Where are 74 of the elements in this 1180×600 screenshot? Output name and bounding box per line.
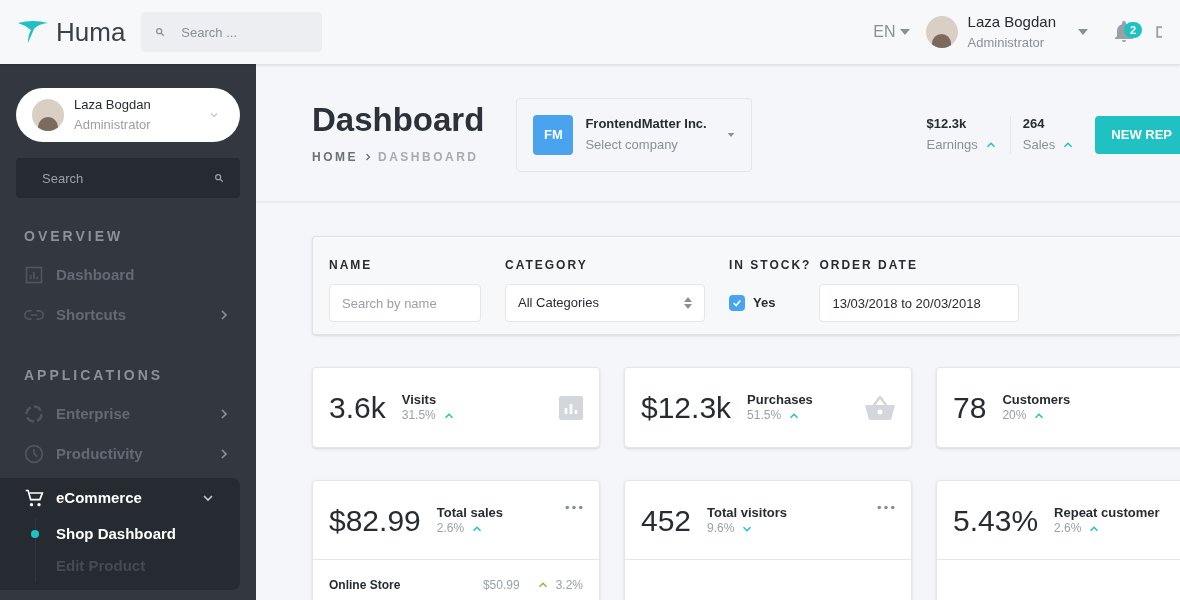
row-name: Online Store: [329, 576, 402, 594]
company-hint: Select company: [585, 136, 679, 153]
stat-value: 264: [1022, 116, 1046, 133]
search-field[interactable]: Search ...: [141, 12, 323, 52]
name-filter-field[interactable]: Search by name: [329, 284, 481, 322]
breadcrumb-item[interactable]: HOME: [312, 148, 358, 166]
row-change: 3.2%: [555, 576, 583, 594]
summary-label: Total visitors: [707, 505, 788, 522]
caret-icon: [1078, 29, 1088, 35]
stat-label: Sales: [1022, 136, 1056, 153]
stat-card-value: 78: [953, 390, 987, 426]
search-icon: [155, 27, 166, 37]
avatar: [925, 16, 958, 48]
summary-value: 452: [641, 502, 692, 539]
filter-label: CATEGORY: [505, 257, 589, 274]
caret-icon: [899, 29, 910, 35]
profile-card[interactable]: Laza Bogdan Administrator: [16, 88, 240, 142]
company-selector[interactable]: FM FrontendMatter Inc. Select company: [516, 97, 753, 172]
user-role: Administrator: [967, 35, 1046, 52]
filter-label: ORDER DATE: [819, 257, 919, 274]
company-logo: FM: [533, 114, 574, 155]
cart-icon: [24, 488, 44, 508]
user-name: Laza Bogdan: [967, 12, 1056, 32]
filter-label: NAME: [329, 257, 374, 274]
filter-label: IN STOCK?: [729, 257, 812, 274]
sidebar-section-title: OVERVIEW: [23, 227, 125, 246]
stat-card-label: Customers: [1002, 391, 1072, 409]
avatar: [32, 99, 64, 131]
checkmark-icon: [732, 298, 742, 308]
change-percent: 31.5%: [401, 408, 436, 424]
sort-arrows-icon: [684, 297, 692, 309]
summary-label: Repeat customer: [1054, 505, 1161, 522]
caret-icon: [727, 132, 736, 137]
date-range-field[interactable]: 13/03/2018 to 20/03/2018: [819, 284, 1020, 322]
summary-value: 5.43%: [953, 502, 1039, 539]
page-title: Dashboard: [312, 103, 485, 136]
in-stock-checkbox[interactable]: [729, 295, 745, 311]
row-amount: $50.99: [482, 576, 520, 594]
stat-card-label: Visits: [401, 391, 438, 409]
stat-label: Earnings: [926, 136, 978, 153]
company-name: FrontendMatter Inc.: [585, 116, 708, 133]
stat-card-label: Purchases: [747, 391, 814, 409]
breadcrumb-item: DASHBOARD: [378, 149, 479, 166]
summary-label: Total sales: [436, 505, 504, 522]
summary-value: $82.99: [329, 502, 421, 539]
profile-role: Administrator: [74, 117, 152, 134]
profile-name: Laza Bogdan: [74, 96, 152, 113]
search-icon: [214, 173, 224, 183]
stat-card-value: 3.6k: [329, 390, 386, 426]
category-select[interactable]: All Categories: [505, 284, 705, 322]
change-percent: 20%: [1002, 408, 1027, 424]
bird-logo-icon: [18, 21, 48, 43]
basket-icon: [865, 395, 895, 420]
change-percent: 51.5%: [747, 408, 782, 424]
clock-icon: [24, 444, 44, 464]
bar-chart-icon: [24, 265, 44, 285]
notification-badge: 2: [1124, 22, 1143, 38]
change-percent: 2.6%: [436, 521, 465, 537]
bar-chart-icon: [559, 395, 583, 420]
submenu-item[interactable]: Shop Dashboard: [31, 518, 240, 550]
stat-card-value: $12.3k: [641, 390, 732, 426]
sidebar-search-field[interactable]: Search: [16, 158, 240, 198]
brand-name: Huma: [56, 15, 126, 49]
change-percent: 9.6%: [707, 521, 735, 537]
more-options-icon[interactable]: [565, 505, 583, 510]
sidebar-item[interactable]: eCommerce: [0, 478, 240, 518]
ring-icon: [24, 404, 44, 424]
sidebar-section-title: APPLICATIONS: [23, 366, 165, 385]
user-menu-button[interactable]: [1078, 29, 1088, 35]
more-options-icon[interactable]: [877, 505, 895, 510]
change-percent: 2.6%: [1054, 521, 1082, 537]
checkbox-label: Yes: [753, 294, 776, 313]
stat-value: $12.3k: [926, 116, 968, 133]
language-button[interactable]: EN: [873, 20, 910, 44]
